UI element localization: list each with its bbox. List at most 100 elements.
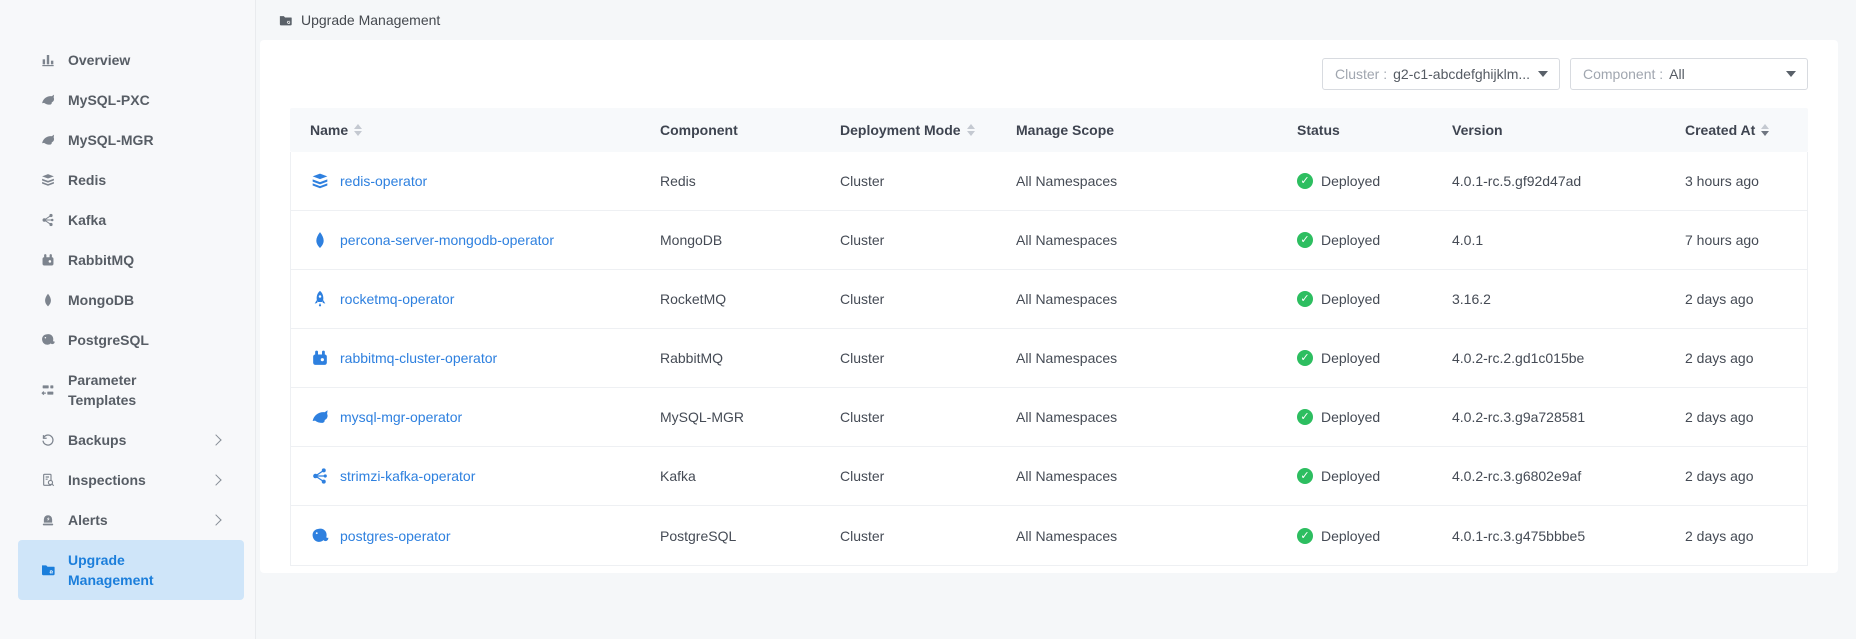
version-cell: 4.0.2-rc.2.gd1c015be — [1452, 350, 1685, 366]
created-at-cell: 3 hours ago — [1685, 173, 1788, 189]
operator-link[interactable]: postgres-operator — [340, 528, 451, 544]
manage-scope-cell: All Namespaces — [1016, 528, 1297, 544]
sidebar-item-label: Overview — [68, 50, 130, 70]
upgrade-management-icon — [40, 562, 56, 578]
sidebar-item-inspections[interactable]: Inspections — [18, 460, 244, 500]
column-header-status: Status — [1297, 122, 1452, 138]
sidebar-item-mongodb[interactable]: MongoDB — [18, 280, 244, 320]
mysql-icon — [40, 132, 56, 148]
status-deployed-icon: ✓ — [1297, 291, 1313, 307]
mysql-icon — [40, 92, 56, 108]
sidebar-item-label: Parameter Templates — [68, 370, 178, 410]
operator-link[interactable]: percona-server-mongodb-operator — [340, 232, 554, 248]
sidebar-item-label: Kafka — [68, 210, 106, 230]
postgresql-icon — [310, 526, 330, 546]
created-at-cell: 7 hours ago — [1685, 232, 1788, 248]
deployment-mode-cell: Cluster — [840, 173, 1016, 189]
breadcrumb: Upgrade Management — [256, 0, 1856, 40]
status-cell: ✓ Deployed — [1297, 468, 1452, 484]
created-at-cell: 2 days ago — [1685, 291, 1788, 307]
component-cell: Kafka — [660, 468, 840, 484]
postgresql-icon — [40, 332, 56, 348]
deployment-mode-cell: Cluster — [840, 528, 1016, 544]
column-header-name: Name — [310, 122, 660, 138]
name-cell: redis-operator — [310, 171, 660, 191]
bar-chart-icon — [40, 52, 56, 68]
sidebar-item-label: RabbitMQ — [68, 250, 134, 270]
component-cell: RocketMQ — [660, 291, 840, 307]
sort-icon[interactable] — [967, 124, 975, 136]
version-cell: 3.16.2 — [1452, 291, 1685, 307]
sidebar-item-postgresql[interactable]: PostgreSQL — [18, 320, 244, 360]
manage-scope-cell: All Namespaces — [1016, 232, 1297, 248]
operator-link[interactable]: mysql-mgr-operator — [340, 409, 462, 425]
status-cell: ✓ Deployed — [1297, 291, 1452, 307]
operator-link[interactable]: redis-operator — [340, 173, 427, 189]
status-cell: ✓ Deployed — [1297, 350, 1452, 366]
sidebar-item-upgrade-management[interactable]: Upgrade Management — [18, 540, 244, 600]
table-row: rabbitmq-cluster-operator RabbitMQ Clust… — [291, 329, 1807, 388]
deployment-mode-cell: Cluster — [840, 350, 1016, 366]
mysql-icon — [310, 407, 330, 427]
cluster-dropdown-value: g2-c1-abcdefghijklm... — [1393, 66, 1530, 82]
component-dropdown-value: All — [1669, 66, 1685, 82]
sort-icon[interactable] — [1761, 124, 1769, 136]
sidebar-item-backups[interactable]: Backups — [18, 420, 244, 460]
cluster-dropdown[interactable]: Cluster : g2-c1-abcdefghijklm... — [1322, 58, 1560, 90]
column-header-version: Version — [1452, 122, 1685, 138]
mongodb-icon — [40, 292, 56, 308]
status-deployed-icon: ✓ — [1297, 350, 1313, 366]
sidebar-item-label: Upgrade Management — [68, 550, 178, 590]
name-cell: postgres-operator — [310, 526, 660, 546]
cluster-dropdown-label: Cluster : — [1335, 66, 1387, 82]
sidebar-item-label: Redis — [68, 170, 106, 190]
status-cell: ✓ Deployed — [1297, 173, 1452, 189]
page-title: Upgrade Management — [301, 12, 440, 28]
name-cell: percona-server-mongodb-operator — [310, 230, 660, 250]
status-cell: ✓ Deployed — [1297, 232, 1452, 248]
status-deployed-icon: ✓ — [1297, 173, 1313, 189]
sidebar-item-label: MongoDB — [68, 290, 134, 310]
sidebar-item-rabbitmq[interactable]: RabbitMQ — [18, 240, 244, 280]
version-cell: 4.0.1-rc.3.g475bbbe5 — [1452, 528, 1685, 544]
sidebar: Overview MySQL-PXC MySQL-MGR Redis Kafka… — [0, 0, 256, 639]
column-header-component: Component — [660, 122, 840, 138]
filter-bar: Cluster : g2-c1-abcdefghijklm... Compone… — [290, 58, 1808, 90]
sidebar-item-mysql-mgr[interactable]: MySQL-MGR — [18, 120, 244, 160]
table-row: mysql-mgr-operator MySQL-MGR Cluster All… — [291, 388, 1807, 447]
sidebar-item-redis[interactable]: Redis — [18, 160, 244, 200]
manage-scope-cell: All Namespaces — [1016, 173, 1297, 189]
table-row: redis-operator Redis Cluster All Namespa… — [291, 152, 1807, 211]
manage-scope-cell: All Namespaces — [1016, 350, 1297, 366]
table-row: rocketmq-operator RocketMQ Cluster All N… — [291, 270, 1807, 329]
component-dropdown[interactable]: Component : All — [1570, 58, 1808, 90]
sidebar-item-mysql-pxc[interactable]: MySQL-PXC — [18, 80, 244, 120]
name-cell: mysql-mgr-operator — [310, 407, 660, 427]
version-cell: 4.0.2-rc.3.g6802e9af — [1452, 468, 1685, 484]
status-deployed-icon: ✓ — [1297, 232, 1313, 248]
sidebar-item-parameter-templates[interactable]: Parameter Templates — [18, 360, 244, 420]
sidebar-item-overview[interactable]: Overview — [18, 40, 244, 80]
sidebar-item-kafka[interactable]: Kafka — [18, 200, 244, 240]
created-at-cell: 2 days ago — [1685, 409, 1788, 425]
content-card: Cluster : g2-c1-abcdefghijklm... Compone… — [260, 40, 1838, 573]
sidebar-item-alerts[interactable]: Alerts — [18, 500, 244, 540]
redis-icon — [310, 171, 330, 191]
chevron-right-icon — [210, 474, 221, 485]
column-header-created-at: Created At — [1685, 122, 1788, 138]
deployment-mode-cell: Cluster — [840, 468, 1016, 484]
operator-link[interactable]: rabbitmq-cluster-operator — [340, 350, 497, 366]
deployment-mode-cell: Cluster — [840, 409, 1016, 425]
sidebar-item-label: Alerts — [68, 510, 108, 530]
component-cell: RabbitMQ — [660, 350, 840, 366]
operator-link[interactable]: strimzi-kafka-operator — [340, 468, 475, 484]
sort-icon[interactable] — [354, 124, 362, 136]
manage-scope-cell: All Namespaces — [1016, 291, 1297, 307]
operator-link[interactable]: rocketmq-operator — [340, 291, 454, 307]
sidebar-item-label: Inspections — [68, 470, 146, 490]
table-row: percona-server-mongodb-operator MongoDB … — [291, 211, 1807, 270]
component-dropdown-label: Component : — [1583, 66, 1663, 82]
component-cell: Redis — [660, 173, 840, 189]
sidebar-item-label: Backups — [68, 430, 126, 450]
sidebar-item-label: PostgreSQL — [68, 330, 149, 350]
